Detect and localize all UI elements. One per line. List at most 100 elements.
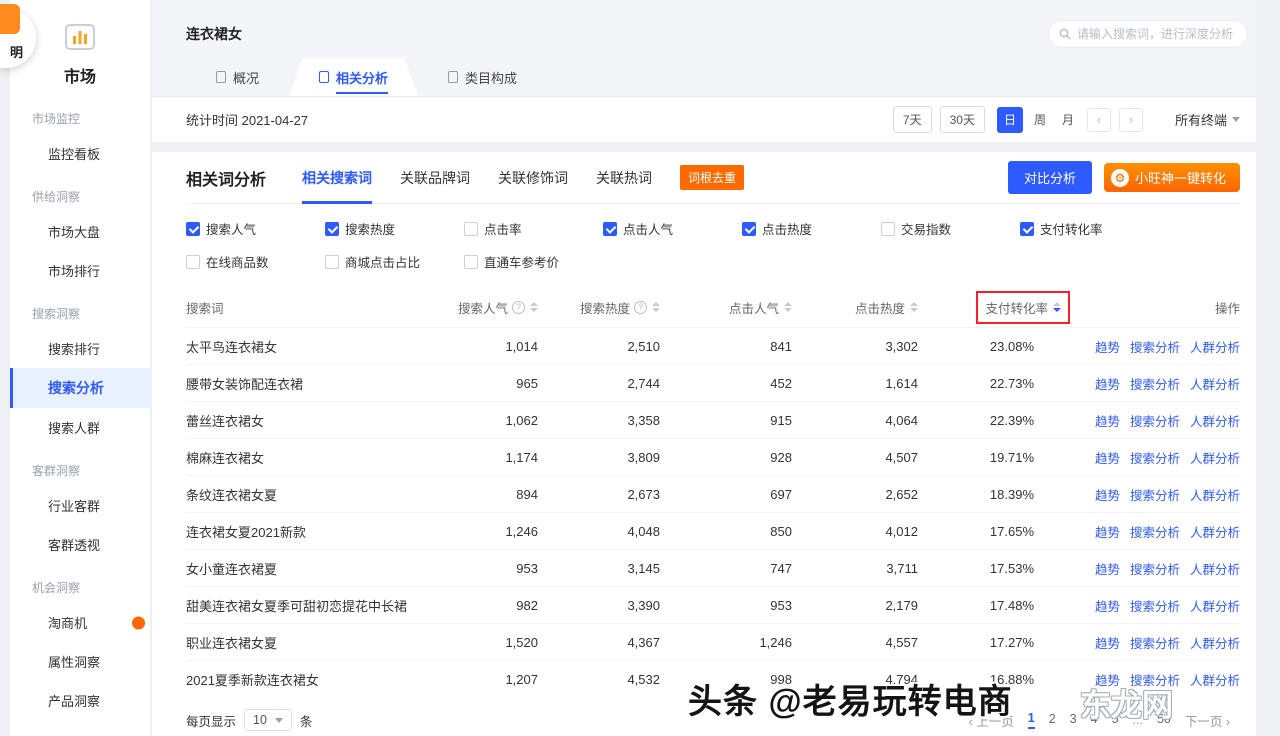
filter-option[interactable]: 点击人气 <box>603 219 742 238</box>
keyword-cell: 职业连衣裙女夏 <box>186 633 426 652</box>
metric-cell: 3,358 <box>538 413 660 428</box>
unit-button[interactable]: 周 <box>1029 111 1051 128</box>
action-link[interactable]: 人群分析 <box>1190 448 1240 467</box>
column-header[interactable]: 点击人气 <box>660 298 792 317</box>
sidebar-item[interactable]: 行业客群 <box>10 486 150 525</box>
filter-label: 商城点击占比 <box>345 252 420 271</box>
range-button[interactable]: 30天 <box>940 106 985 133</box>
panel-tab[interactable]: 关联修饰词 <box>498 152 568 204</box>
action-link[interactable]: 趋势 <box>1095 374 1120 393</box>
metric-cell: 1,520 <box>426 635 538 650</box>
actions-cell: 趋势搜索分析人群分析 <box>1070 448 1240 467</box>
per-page-select[interactable]: 10 <box>244 709 292 731</box>
search-input[interactable] <box>1077 27 1237 41</box>
terminal-selector[interactable]: 所有终端 <box>1175 110 1240 129</box>
time-bar: 统计时间 2021-04-27 7天30天 日周月 ‹ › 所有终端 <box>152 96 1256 142</box>
column-header[interactable]: 点击热度 <box>792 298 918 317</box>
unit-button[interactable]: 月 <box>1057 111 1079 128</box>
chevron-left-button[interactable]: ‹ <box>1087 108 1111 132</box>
column-header[interactable]: 搜索热度 <box>538 298 660 317</box>
action-link[interactable]: 人群分析 <box>1190 596 1240 615</box>
filter-option[interactable]: 商城点击占比 <box>325 252 464 271</box>
info-icon[interactable] <box>512 301 525 314</box>
sidebar-item[interactable]: 客群透视 <box>10 525 150 564</box>
action-link[interactable]: 趋势 <box>1095 448 1120 467</box>
header-tab[interactable]: 类目构成 <box>418 58 547 96</box>
sidebar-item[interactable]: 搜索人群 <box>10 408 150 447</box>
chevron-right-button[interactable]: › <box>1119 108 1143 132</box>
filter-option[interactable]: 搜索人气 <box>186 219 325 238</box>
panel-tab[interactable]: 相关搜索词 <box>302 152 372 204</box>
dedupe-button[interactable]: 词根去重 <box>680 165 744 190</box>
app-logo-label: 市场 <box>10 63 150 87</box>
action-link[interactable]: 趋势 <box>1095 596 1120 615</box>
filter-option[interactable]: 直通车参考价 <box>464 252 603 271</box>
action-link[interactable]: 人群分析 <box>1190 374 1240 393</box>
page-number[interactable]: 3 <box>1070 712 1077 728</box>
next-page-button[interactable]: 下一页 › <box>1185 711 1230 730</box>
action-link[interactable]: 趋势 <box>1095 485 1120 504</box>
filter-option[interactable]: 交易指数 <box>881 219 1020 238</box>
sort-icon[interactable] <box>784 302 792 312</box>
header-tab[interactable]: 概况 <box>186 58 289 96</box>
info-icon[interactable] <box>634 301 647 314</box>
actions-cell: 趋势搜索分析人群分析 <box>1070 596 1240 615</box>
sidebar-item[interactable]: 产品洞察 <box>10 681 150 720</box>
sidebar-item[interactable]: 淘商机 <box>10 603 150 642</box>
filter-option[interactable]: 点击率 <box>464 219 603 238</box>
sidebar-item[interactable]: 市场大盘 <box>10 212 150 251</box>
plugin-button[interactable]: ⚙ 小旺神一键转化 <box>1104 163 1240 192</box>
filter-option[interactable]: 在线商品数 <box>186 252 325 271</box>
range-button[interactable]: 7天 <box>893 106 932 133</box>
action-link[interactable]: 趋势 <box>1095 522 1120 541</box>
filter-option[interactable]: 搜索热度 <box>325 219 464 238</box>
action-link[interactable]: 趋势 <box>1095 337 1120 356</box>
panel-tab[interactable]: 关联品牌词 <box>400 152 470 204</box>
sidebar-item[interactable]: 属性洞察 <box>10 642 150 681</box>
action-link[interactable]: 搜索分析 <box>1130 633 1180 652</box>
action-link[interactable]: 人群分析 <box>1190 411 1240 430</box>
action-link[interactable]: 人群分析 <box>1190 670 1240 689</box>
metric-cell: 1,174 <box>426 450 538 465</box>
sidebar-item[interactable]: 监控看板 <box>10 134 150 173</box>
header-tab[interactable]: 相关分析 <box>289 58 418 96</box>
action-link[interactable]: 人群分析 <box>1190 633 1240 652</box>
sidebar-item[interactable]: 市场排行 <box>10 251 150 290</box>
action-link[interactable]: 趋势 <box>1095 411 1120 430</box>
action-link[interactable]: 搜索分析 <box>1130 374 1180 393</box>
search-box[interactable] <box>1048 20 1248 48</box>
action-link[interactable]: 搜索分析 <box>1130 337 1180 356</box>
table-row: 甜美连衣裙女夏季可甜初恋提花中长裙9823,3909532,17917.48%趋… <box>186 586 1240 623</box>
page-number[interactable]: 1 <box>1028 711 1035 729</box>
action-link[interactable]: 搜索分析 <box>1130 522 1180 541</box>
action-link[interactable]: 搜索分析 <box>1130 411 1180 430</box>
sort-icon[interactable] <box>530 302 538 312</box>
action-link[interactable]: 趋势 <box>1095 559 1120 578</box>
sidebar-item[interactable]: 搜索分析 <box>10 368 150 408</box>
column-header[interactable]: 支付转化率 <box>918 291 1070 324</box>
sort-icon[interactable] <box>1053 302 1061 312</box>
compare-button[interactable]: 对比分析 <box>1008 161 1092 194</box>
table-row: 棉麻连衣裙女1,1743,8099284,50719.71%趋势搜索分析人群分析 <box>186 438 1240 475</box>
filter-option[interactable]: 点击热度 <box>742 219 881 238</box>
panel-tab[interactable]: 关联热词 <box>596 152 652 204</box>
per-page-value: 10 <box>253 713 267 727</box>
page-number[interactable]: 2 <box>1049 712 1056 728</box>
sidebar-item[interactable]: 搜索排行 <box>10 329 150 368</box>
column-header[interactable]: 搜索人气 <box>426 298 538 317</box>
sort-icon[interactable] <box>652 302 660 312</box>
action-link[interactable]: 趋势 <box>1095 633 1120 652</box>
sort-icon[interactable] <box>910 302 918 312</box>
action-link[interactable]: 搜索分析 <box>1130 596 1180 615</box>
action-link[interactable]: 人群分析 <box>1190 485 1240 504</box>
action-link[interactable]: 人群分析 <box>1190 337 1240 356</box>
action-link[interactable]: 搜索分析 <box>1130 448 1180 467</box>
action-link[interactable]: 搜索分析 <box>1130 485 1180 504</box>
action-link[interactable]: 人群分析 <box>1190 559 1240 578</box>
metric-cell: 4,367 <box>538 635 660 650</box>
action-link[interactable]: 搜索分析 <box>1130 559 1180 578</box>
filter-option[interactable]: 支付转化率 <box>1020 219 1159 238</box>
action-link[interactable]: 人群分析 <box>1190 522 1240 541</box>
table-body: 太平鸟连衣裙女1,0142,5108413,30223.08%趋势搜索分析人群分… <box>186 327 1240 697</box>
unit-button[interactable]: 日 <box>997 107 1023 133</box>
